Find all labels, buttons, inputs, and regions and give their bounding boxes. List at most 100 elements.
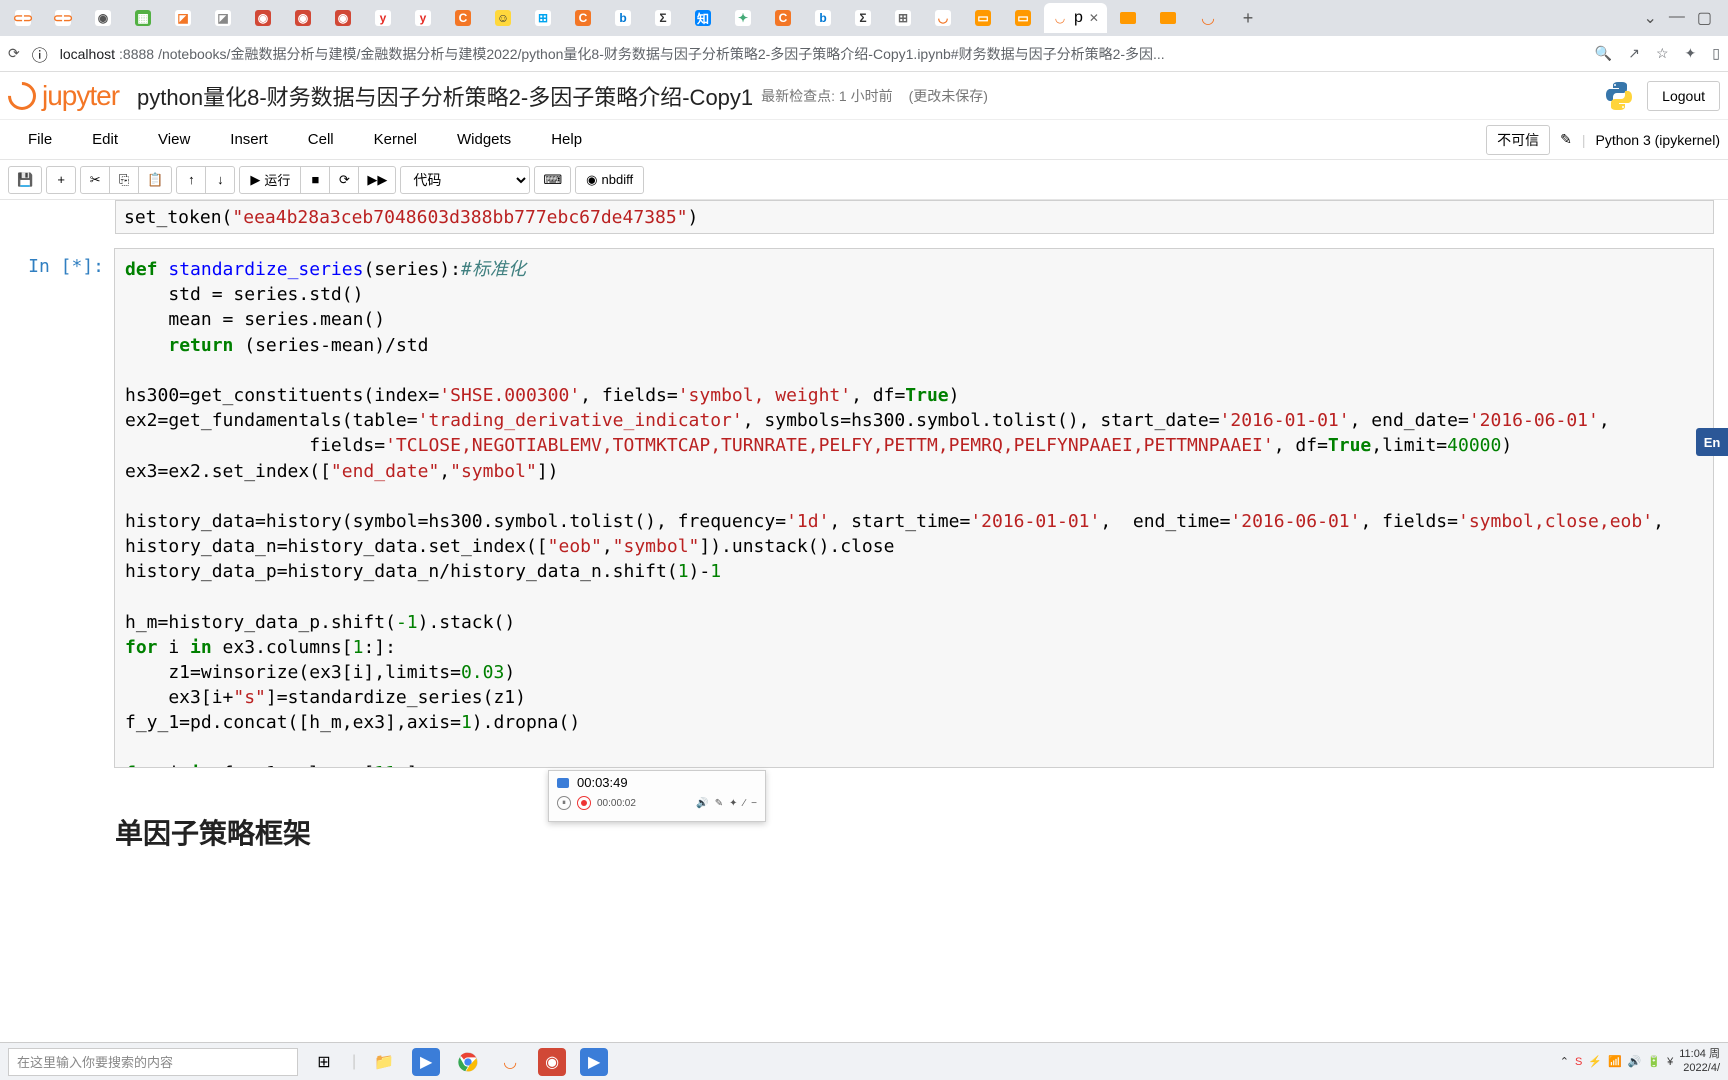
stop-button[interactable]: ■ (300, 166, 330, 194)
jupyter-toolbar: 💾 + ✂ ⎘ 📋 ↑ ↓ ▶ 运行 ■ ⟳ ▶▶ 代码 ⌨ ◉ nbdiff (0, 160, 1728, 200)
browser-tab-25[interactable]: ▭ (1004, 3, 1042, 33)
browser-tab-16[interactable]: Σ (644, 3, 682, 33)
fast-forward-button[interactable]: ▶▶ (358, 166, 396, 194)
browser-tab-12[interactable]: ☺ (484, 3, 522, 33)
browser-tab-5[interactable]: ◪ (204, 3, 242, 33)
browser-tab-22[interactable]: ⊞ (884, 3, 922, 33)
move-down-button[interactable]: ↓ (205, 166, 235, 194)
rec-brush-icon[interactable]: ∕ (743, 798, 745, 809)
media-icon[interactable]: ▶ (412, 1048, 440, 1076)
browser-tab-1[interactable]: ⊂⊃ (44, 3, 82, 33)
security-icon[interactable]: ⓘ (32, 42, 48, 66)
rec-volume-icon[interactable]: 🔊 (696, 798, 708, 809)
menu-widgets[interactable]: Widgets (437, 131, 531, 148)
tab-title: p (1074, 9, 1083, 27)
browser-tab-2[interactable]: ◉ (84, 3, 122, 33)
tray-wifi-icon[interactable]: 📶 (1608, 1055, 1622, 1068)
tray-ime-icon[interactable]: ¥ (1667, 1056, 1673, 1068)
browser-tab-4[interactable]: ◪ (164, 3, 202, 33)
code-input[interactable]: def standardize_series(series):#标准化 std … (114, 248, 1714, 768)
browser-tab-18[interactable]: ✦ (724, 3, 762, 33)
browser-tab-15[interactable]: b (604, 3, 642, 33)
url-field[interactable]: localhost:8888/notebooks/金融数据分析与建模/金融数据分… (60, 44, 1583, 64)
tray-volume-icon[interactable]: 🔊 (1628, 1055, 1642, 1068)
reload-icon[interactable]: ⟳ (8, 45, 20, 62)
system-clock[interactable]: 11:04 周 2022/4/ (1679, 1048, 1720, 1074)
logout-button[interactable]: Logout (1647, 81, 1720, 111)
command-palette-button[interactable]: ⌨ (534, 166, 571, 194)
tab-extra-1[interactable] (1109, 3, 1147, 33)
app-icon-3[interactable]: ▶ (580, 1048, 608, 1076)
not-trusted-badge[interactable]: 不可信 (1486, 125, 1550, 155)
jupyter-logo[interactable]: jupyter (8, 80, 119, 112)
run-button[interactable]: ▶ 运行 (239, 166, 301, 194)
browser-tab-17[interactable]: 知 (684, 3, 722, 33)
nbdiff-button[interactable]: ◉ nbdiff (575, 166, 644, 194)
task-view-icon[interactable]: ⊞ (310, 1048, 338, 1076)
extensions-icon[interactable]: ✦ (1685, 45, 1697, 62)
tab-extra-2[interactable] (1149, 3, 1187, 33)
search-input[interactable]: 在这里输入你要搜索的内容 (8, 1048, 298, 1076)
edit-icon[interactable]: ✎ (1560, 131, 1572, 148)
browser-tab-9[interactable]: y (364, 3, 402, 33)
menu-edit[interactable]: Edit (72, 131, 138, 148)
minimize-icon[interactable]: — (1669, 8, 1685, 28)
recording-overlay[interactable]: 00:03:49 ⏸ 00:00:02 🔊 ✎ ✦ ∕ − (548, 770, 766, 822)
browser-tab-0[interactable]: ⊂⊃ (4, 3, 42, 33)
cut-button[interactable]: ✂ (80, 166, 110, 194)
stop-record-icon[interactable] (577, 796, 591, 810)
maximize-icon[interactable]: ▢ (1697, 8, 1712, 28)
share-icon[interactable]: ↗ (1628, 45, 1640, 62)
menu-file[interactable]: File (8, 131, 72, 148)
save-button[interactable]: 💾 (8, 166, 42, 194)
browser-tab-13[interactable]: ⊞ (524, 3, 562, 33)
menu-cell[interactable]: Cell (288, 131, 354, 148)
browser-tab-10[interactable]: y (404, 3, 442, 33)
menu-help[interactable]: Help (531, 131, 602, 148)
notebook-name[interactable]: python量化8-财务数据与因子分析策略2-多因子策略介绍-Copy1 (137, 80, 753, 112)
menu-view[interactable]: View (138, 131, 210, 148)
browser-tab-8[interactable]: ◉ (324, 3, 362, 33)
copy-button[interactable]: ⎘ (109, 166, 139, 194)
tray-up-icon[interactable]: ⌃ (1560, 1055, 1569, 1068)
explorer-icon[interactable]: 📁 (370, 1048, 398, 1076)
chrome-icon[interactable] (454, 1048, 482, 1076)
tab-dropdown-icon[interactable]: ⌄ (1643, 8, 1656, 28)
tray-icon-2[interactable]: ⚡ (1588, 1055, 1602, 1068)
browser-tab-21[interactable]: Σ (844, 3, 882, 33)
tab-extra-3[interactable]: ◡ (1189, 3, 1227, 33)
cell-type-select[interactable]: 代码 (400, 166, 530, 194)
app-icon-2[interactable]: ◉ (538, 1048, 566, 1076)
new-tab-button[interactable]: + (1229, 3, 1267, 33)
browser-tab-11[interactable]: C (444, 3, 482, 33)
sidebar-icon[interactable]: ▯ (1712, 45, 1720, 62)
add-cell-button[interactable]: + (46, 166, 76, 194)
code-cell-partial[interactable]: set_token("eea4b28a3ceb7048603d388bb777e… (115, 200, 1714, 234)
move-up-button[interactable]: ↑ (176, 166, 206, 194)
browser-tab-7[interactable]: ◉ (284, 3, 322, 33)
browser-tab-3[interactable]: ▦ (124, 3, 162, 33)
browser-tab-6[interactable]: ◉ (244, 3, 282, 33)
tray-icon-1[interactable]: S (1575, 1056, 1582, 1068)
close-tab-icon[interactable]: ✕ (1089, 11, 1099, 25)
browser-tab-23[interactable]: ◡ (924, 3, 962, 33)
browser-tab-14[interactable]: C (564, 3, 602, 33)
rec-pen-icon[interactable]: ✎ (715, 798, 723, 809)
kernel-name[interactable]: Python 3 (ipykernel) (1595, 132, 1720, 148)
rec-tool-icon[interactable]: ✦ (729, 798, 737, 809)
menu-insert[interactable]: Insert (210, 131, 288, 148)
browser-tab-24[interactable]: ▭ (964, 3, 1002, 33)
ime-indicator[interactable]: En (1696, 428, 1728, 456)
tray-battery-icon[interactable]: 🔋 (1647, 1055, 1661, 1068)
restart-button[interactable]: ⟳ (329, 166, 359, 194)
app-icon-1[interactable]: ◡ (496, 1048, 524, 1076)
bookmark-icon[interactable]: ☆ (1656, 45, 1669, 62)
zoom-icon[interactable]: 🔍 (1595, 45, 1612, 62)
active-tab[interactable]: ◡ p ✕ (1044, 3, 1107, 33)
paste-button[interactable]: 📋 (138, 166, 172, 194)
browser-tab-20[interactable]: b (804, 3, 842, 33)
pause-icon[interactable]: ⏸ (557, 796, 571, 810)
menu-kernel[interactable]: Kernel (354, 131, 437, 148)
rec-minus-icon[interactable]: − (751, 798, 757, 809)
browser-tab-19[interactable]: C (764, 3, 802, 33)
